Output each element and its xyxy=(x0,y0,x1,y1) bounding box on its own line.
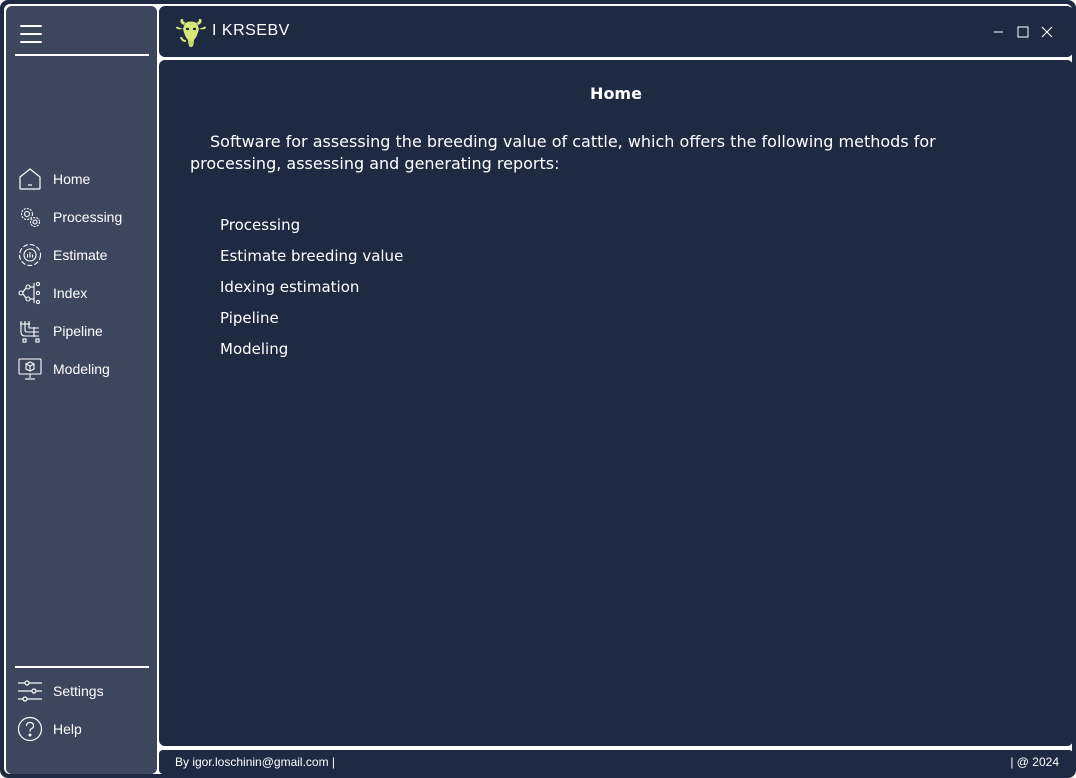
status-bar: By igor.loschinin@gmail.com | | @ 2024 xyxy=(159,750,1073,774)
sidebar-item-index[interactable]: Index xyxy=(16,278,148,308)
index-icon xyxy=(16,279,44,307)
help-icon xyxy=(16,715,44,743)
sidebar-item-label: Home xyxy=(53,171,91,187)
method-item: Pipeline xyxy=(220,309,279,327)
gears-icon xyxy=(16,203,44,231)
title-bar[interactable]: I KRSEBV xyxy=(159,6,1073,57)
maximize-icon[interactable] xyxy=(1015,24,1031,40)
sidebar-item-label: Processing xyxy=(53,209,123,225)
app-window: Home Processing Estimate Index Pipeline … xyxy=(0,0,1076,778)
page-description: Software for assessing the breeding valu… xyxy=(190,132,936,173)
sidebar-item-modeling[interactable]: Modeling xyxy=(16,354,148,384)
method-item: Processing xyxy=(220,216,301,234)
sidebar-divider-top xyxy=(15,54,149,56)
estimate-icon xyxy=(16,241,44,269)
sidebar-item-label: Settings xyxy=(53,683,104,699)
sidebar-item-processing[interactable]: Processing xyxy=(16,202,148,232)
minimize-icon[interactable] xyxy=(991,24,1007,40)
sidebar-item-label: Index xyxy=(53,285,88,301)
sidebar-item-label: Help xyxy=(53,721,82,737)
sidebar-divider-bottom xyxy=(15,666,149,668)
sidebar-item-label: Estimate xyxy=(53,247,108,263)
bull-logo-icon xyxy=(175,15,207,49)
method-item: Modeling xyxy=(220,340,289,358)
main-panel: Home Software for assessing the breeding… xyxy=(159,60,1073,746)
sidebar-item-settings[interactable]: Settings xyxy=(16,676,148,706)
sidebar-item-pipeline[interactable]: Pipeline xyxy=(16,316,148,346)
copyright-text: | @ 2024 xyxy=(1010,755,1059,769)
sidebar-item-home[interactable]: Home xyxy=(16,164,148,194)
sliders-icon xyxy=(16,677,44,705)
modeling-icon xyxy=(16,355,44,383)
hamburger-icon[interactable] xyxy=(16,20,46,48)
method-item: Estimate breeding value xyxy=(220,247,404,265)
close-icon[interactable] xyxy=(1039,24,1055,40)
author-text: By igor.loschinin@gmail.com | xyxy=(175,755,336,769)
pipeline-icon xyxy=(16,317,44,345)
page-title: Home xyxy=(590,84,642,103)
sidebar-item-estimate[interactable]: Estimate xyxy=(16,240,148,270)
app-title: I KRSEBV xyxy=(212,22,290,39)
sidebar-item-label: Pipeline xyxy=(53,323,103,339)
method-item: Idexing estimation xyxy=(220,278,360,296)
sidebar-item-label: Modeling xyxy=(53,361,110,377)
home-icon xyxy=(16,165,44,193)
sidebar-item-help[interactable]: Help xyxy=(16,714,148,744)
sidebar: Home Processing Estimate Index Pipeline … xyxy=(6,6,157,774)
